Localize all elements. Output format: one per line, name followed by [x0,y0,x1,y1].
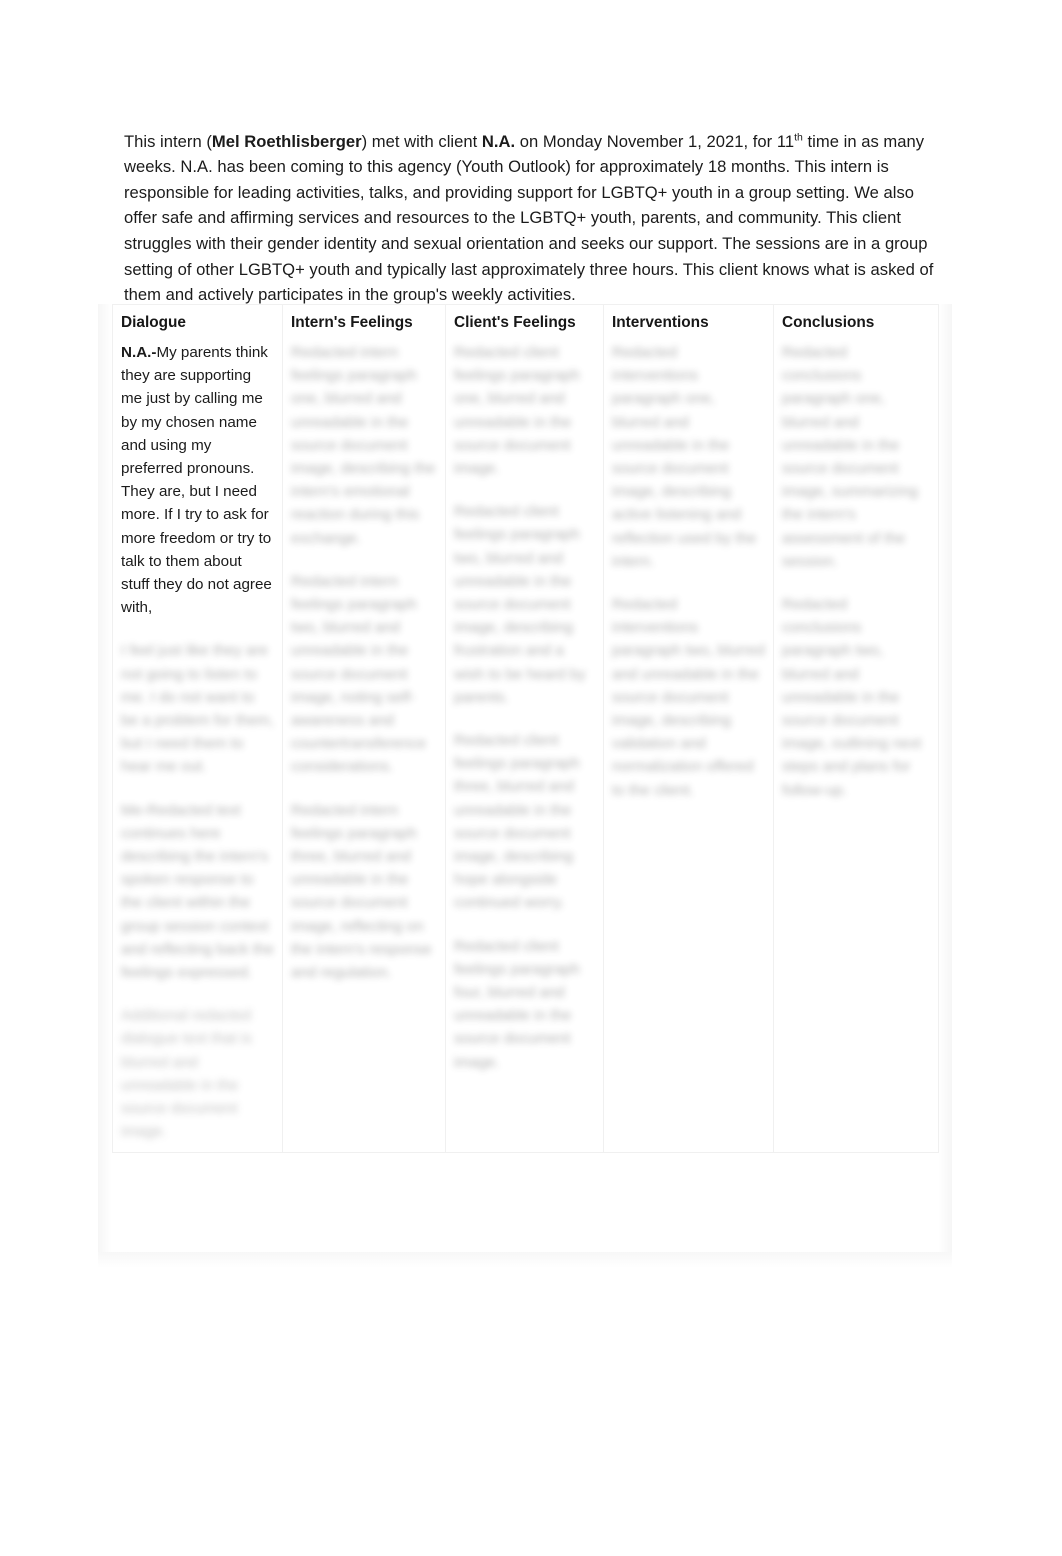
dialogue-redacted-paragraph-3: Additional redacted dialogue text that i… [121,1007,252,1141]
intro-seg3: on Monday November 1, 2021, for 11 [515,131,795,151]
column-header-intern-feelings: Intern's Feelings [282,304,446,335]
column-header-interventions: Interventions [603,304,774,335]
interventions-redacted-paragraph-2: Redacted interventions paragraph two, bl… [612,596,765,799]
intro-seg2: ) met with client [361,131,482,151]
client-initials: N.A. [481,131,516,151]
intern-feelings-redacted-paragraph-2: Redacted intern feelings paragraph two, … [291,572,427,776]
intro-seg4: time in as many weeks. N.A. has been com… [124,131,934,305]
cell-client-feelings: Redacted client feelings paragraph one, … [445,335,604,1153]
table-header-row: Dialogue Intern's Feelings Client's Feel… [112,304,939,335]
cell-interventions: Redacted interventions paragraph one, bl… [603,335,774,1153]
client-feelings-redacted-paragraph-3: Redacted client feelings paragraph three… [454,732,580,912]
interventions-redacted-paragraph-1: Redacted interventions paragraph one, bl… [612,344,757,570]
dialogue-redacted-paragraph-1: I feel just like they are not going to l… [121,642,274,776]
column-header-conclusions: Conclusions [773,304,939,335]
page-shade-bottom [98,1252,952,1268]
cell-dialogue: N.A.-My parents think they are supportin… [112,335,283,1153]
process-recording-table-wrap: Dialogue Intern's Feelings Client's Feel… [98,304,952,1268]
process-recording-table: Dialogue Intern's Feelings Client's Feel… [112,304,939,1153]
intern-name: Mel Roethlisberger [211,131,362,151]
dialogue-redacted-paragraph-2: Me-Redacted text continues here describi… [121,801,274,982]
document-body: This intern (Mel Roethlisberger) met wit… [124,112,940,324]
dialogue-speaker-label: N.A.- [121,344,157,361]
page-shade-right [938,304,952,1252]
intro-paragraph: This intern (Mel Roethlisberger) met wit… [124,129,940,308]
client-feelings-redacted-paragraph-2: Redacted client feelings paragraph two, … [454,503,586,706]
client-feelings-redacted-paragraph-4: Redacted client feelings paragraph four,… [454,937,580,1071]
cell-intern-feelings: Redacted intern feelings paragraph one, … [282,335,446,1153]
conclusions-redacted-paragraph-2: Redacted conclusions paragraph two, blur… [782,596,922,799]
column-header-client-feelings: Client's Feelings [445,304,604,335]
table-row: N.A.-My parents think they are supportin… [112,335,939,1153]
dialogue-visible-paragraph: N.A.-My parents think they are supportin… [121,341,274,619]
dialogue-visible-text: My parents think they are supporting me … [121,344,272,617]
column-header-dialogue: Dialogue [112,304,283,335]
ordinal-suffix: th [794,131,803,144]
conclusions-redacted-paragraph-1: Redacted conclusions paragraph one, blur… [782,344,918,570]
intern-feelings-redacted-paragraph-3: Redacted intern feelings paragraph three… [291,801,432,982]
client-feelings-redacted-paragraph-1: Redacted client feelings paragraph one, … [454,344,580,478]
intro-seg1: This intern ( [124,131,212,151]
document-page: This intern (Mel Roethlisberger) met wit… [0,0,1062,1556]
cell-conclusions: Redacted conclusions paragraph one, blur… [773,335,939,1153]
page-shade-left [98,304,112,1252]
intern-feelings-redacted-paragraph-1: Redacted intern feelings paragraph one, … [291,344,436,547]
